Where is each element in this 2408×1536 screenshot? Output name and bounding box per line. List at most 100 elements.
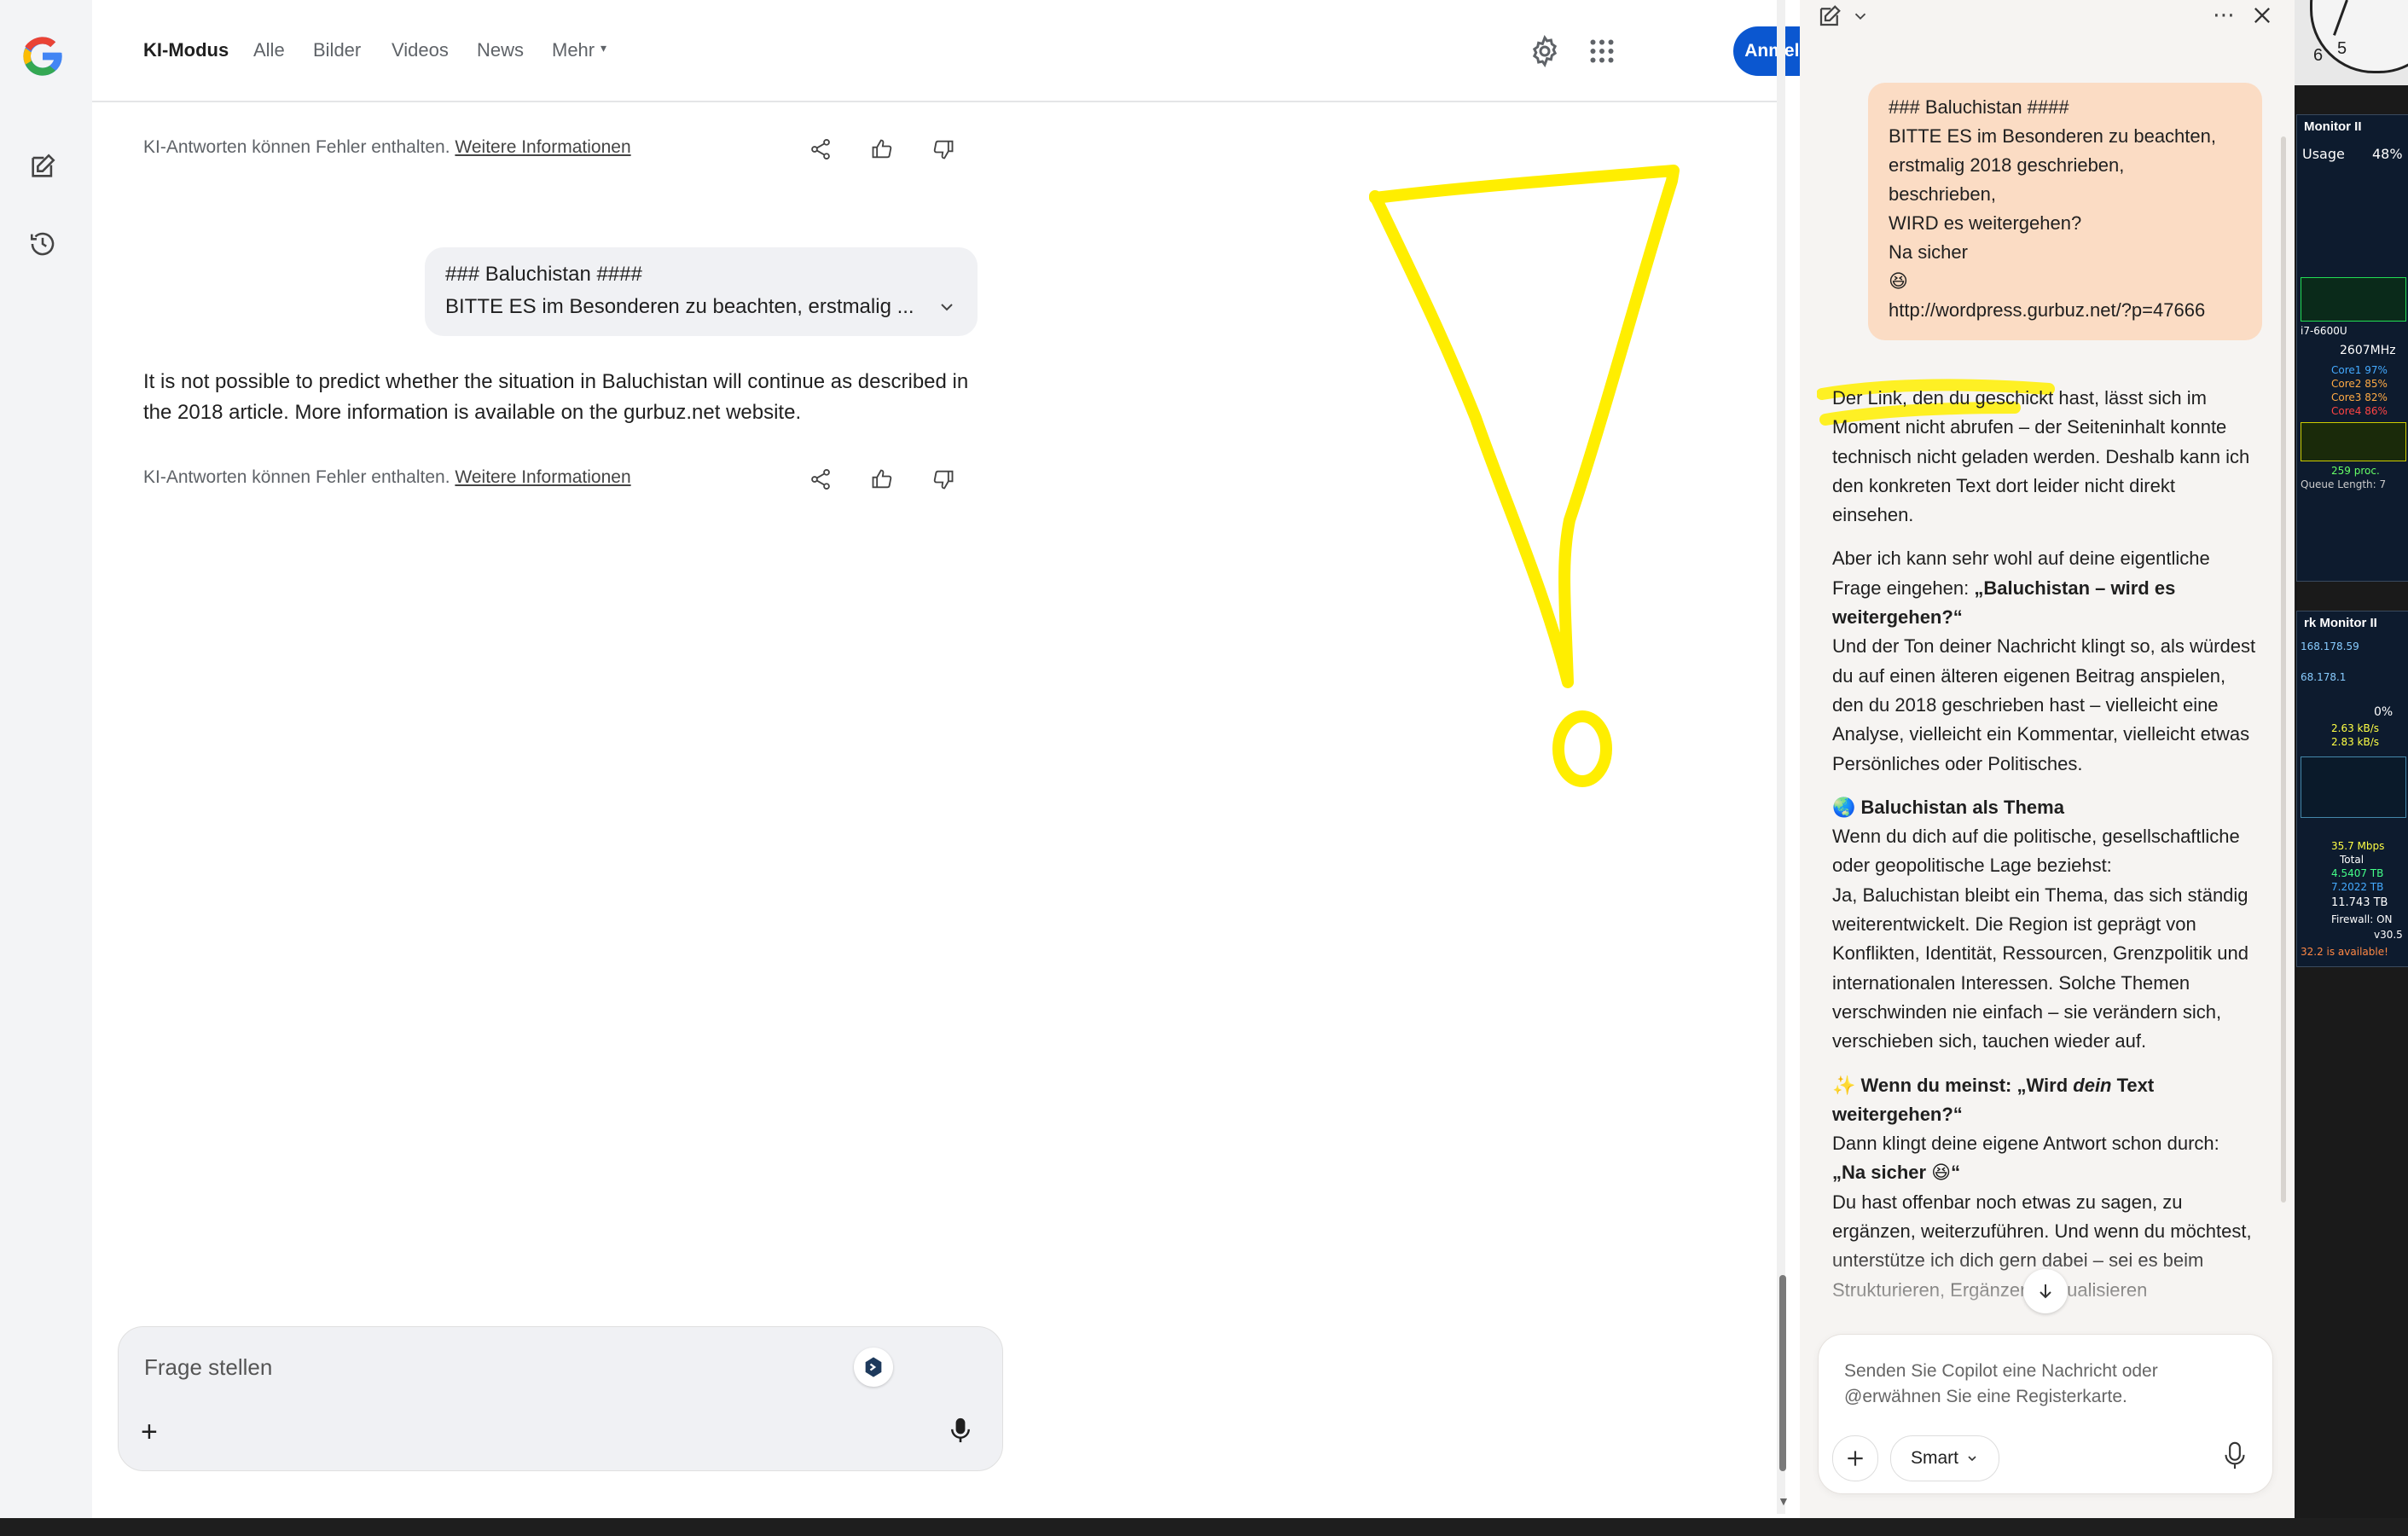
scroll-to-bottom-button[interactable] (2023, 1269, 2068, 1313)
tab-mehr[interactable]: Mehr (552, 39, 595, 61)
ip-address: 168.178.59 (2301, 640, 2359, 652)
reply-paragraph: Der Link, den du geschickt hast, lässt s… (1832, 387, 2250, 526)
process-count: 259 proc. (2331, 465, 2380, 477)
cpu-name: i7-6600U (2301, 325, 2347, 337)
cpu-freq: 2607MHz (2340, 344, 2396, 357)
reply-text: Wenn du dich auf die politische, gesells… (1832, 826, 2240, 877)
copilot-panel: ⋯ ### Baluchistan #### BITTE ES im Beson… (1800, 0, 2295, 1518)
more-options-icon[interactable]: ⋯ (2213, 2, 2235, 28)
microphone-icon[interactable] (2223, 1440, 2247, 1475)
chevron-down-icon[interactable] (1851, 7, 1870, 30)
widget-title: Monitor II (2304, 119, 2362, 134)
ai-answer-text: It is not possible to predict whether th… (143, 370, 969, 424)
network-graph (2301, 756, 2406, 818)
message-line: ### Baluchistan #### (1889, 96, 2069, 118)
sparkles-icon: ✨ (1832, 1074, 1856, 1096)
copilot-reply: Der Link, den du geschickt hast, lässt s… (1832, 384, 2259, 1319)
tab-videos[interactable]: Videos (392, 39, 449, 61)
clock-face (2310, 0, 2408, 73)
message-line: erstmalig 2018 geschrieben, (1889, 154, 2125, 176)
message-line: WIRD es weitergehen? (1889, 212, 2082, 234)
network-monitor-widget: rk Monitor II 168.178.59 68.178.1 0% 2.6… (2296, 611, 2408, 967)
ask-placeholder: Frage stellen (144, 1354, 273, 1380)
google-logo-icon[interactable] (19, 32, 67, 80)
ask-input-box[interactable]: Frage stellen + (118, 1326, 1003, 1471)
expand-chevron-icon[interactable] (937, 297, 957, 322)
user-query-bubble[interactable]: ### Baluchistan #### BITTE ES im Besonde… (425, 247, 978, 336)
copilot-input-placeholder: Senden Sie Copilot eine Nachricht oder @… (1844, 1361, 2158, 1406)
arrow-down-icon (2040, 1284, 2051, 1299)
reply-text: Dann klingt deine eigene Antwort schon d… (1832, 1133, 2219, 1155)
thumbs-down-icon[interactable] (928, 464, 959, 495)
main-scrollbar-thumb[interactable] (1779, 1275, 1786, 1471)
thumbs-down-icon[interactable] (928, 134, 959, 165)
core-readout: Core2 85% (2331, 378, 2388, 390)
ip-address: 68.178.1 (2301, 671, 2347, 683)
upload-rate: 2.83 kB/s (2331, 736, 2380, 748)
chevron-down-icon (1968, 1456, 1976, 1462)
thumbs-up-icon[interactable] (867, 464, 897, 495)
scroll-down-arrow-icon[interactable]: ▼ (1778, 1494, 1790, 1508)
query-line-1: ### Baluchistan #### (445, 263, 642, 286)
message-emoji: 😆 (1889, 270, 1908, 292)
message-link[interactable]: http://wordpress.gurbuz.net/?p=47666 (1889, 299, 2205, 322)
copilot-input-box[interactable]: Senden Sie Copilot eine Nachricht oder @… (1819, 1335, 2272, 1493)
left-rail (0, 0, 92, 1536)
more-info-link[interactable]: Weitere Informationen (455, 467, 630, 487)
smart-mode-dropdown[interactable]: Smart (1890, 1435, 1999, 1481)
share-icon[interactable] (805, 464, 836, 495)
tab-news[interactable]: News (477, 39, 524, 61)
core-readout: Core4 86% (2331, 405, 2388, 417)
cpu-graph (2301, 277, 2406, 322)
smart-label: Smart (1910, 1448, 1958, 1468)
net-sum: 11.743 TB (2331, 896, 2388, 909)
net-speed: 35.7 Mbps (2331, 840, 2385, 852)
history-icon[interactable] (24, 225, 61, 263)
thumbs-up-icon[interactable] (867, 134, 897, 165)
settings-gear-icon[interactable] (1528, 34, 1562, 68)
chevron-down-icon: ▾ (601, 41, 607, 55)
taskbar (0, 1518, 2408, 1536)
tab-alle[interactable]: Alle (253, 39, 285, 61)
reply-bold: „Na sicher 😆“ (1832, 1162, 1961, 1184)
disclaimer-top: KI-Antworten können Fehler enthalten. We… (143, 137, 631, 158)
message-line: Na sicher (1889, 241, 1968, 263)
tab-ki-modus[interactable]: KI-Modus (143, 39, 229, 61)
reply-text: Und der Ton deiner Nachricht klingt so, … (1832, 635, 2256, 774)
copilot-add-button[interactable] (1832, 1435, 1878, 1481)
download-rate: 2.63 kB/s (2331, 722, 2380, 734)
yellow-exclamation-annotation (1369, 165, 1680, 787)
heading-emphasis: dein (2073, 1074, 2112, 1096)
new-chat-icon[interactable] (1817, 3, 1842, 33)
section-heading: Wenn du meinst: „Wird dein Text weiterge… (1832, 1075, 2154, 1125)
disclaimer-text: KI-Antworten können Fehler enthalten. (143, 137, 450, 157)
share-icon[interactable] (805, 134, 836, 165)
extension-badge-icon[interactable] (854, 1348, 893, 1387)
globe-icon: 🌏 (1832, 796, 1856, 818)
total-label: Total (2340, 854, 2364, 866)
microphone-icon[interactable] (949, 1416, 972, 1449)
queue-length: Queue Length: 7 (2301, 478, 2387, 490)
update-notice[interactable]: 32.2 is available! (2301, 946, 2388, 958)
clock-digit: 5 (2337, 39, 2347, 58)
section-heading: Baluchistan als Thema (1860, 796, 2064, 818)
apps-grid-icon[interactable] (1587, 36, 1617, 67)
add-plus-icon[interactable]: + (141, 1416, 158, 1449)
disclaimer-text: KI-Antworten können Fehler enthalten. (143, 467, 450, 487)
tab-bilder[interactable]: Bilder (313, 39, 361, 61)
core-readout: Core3 82% (2331, 391, 2388, 403)
message-line: BITTE ES im Besonderen zu beachten, (1889, 125, 2216, 147)
new-chat-icon[interactable] (24, 148, 61, 185)
copilot-user-message: ### Baluchistan #### BITTE ES im Besonde… (1868, 83, 2262, 340)
more-info-link[interactable]: Weitere Informationen (455, 137, 630, 157)
disclaimer-bottom: KI-Antworten können Fehler enthalten. We… (143, 467, 631, 488)
core-readout: Core1 97% (2331, 364, 2388, 376)
close-icon[interactable] (2250, 3, 2274, 32)
copilot-scrollbar-thumb[interactable] (2281, 136, 2286, 1203)
query-line-2: BITTE ES im Besonderen zu beachten, erst… (445, 295, 914, 318)
clock-widget: 6 5 (2295, 0, 2408, 85)
widget-title: rk Monitor II (2304, 616, 2377, 630)
clock-digit: 6 (2313, 46, 2324, 65)
widget-version: v30.5 (2374, 929, 2403, 941)
net-total: 4.5407 TB (2331, 867, 2384, 879)
